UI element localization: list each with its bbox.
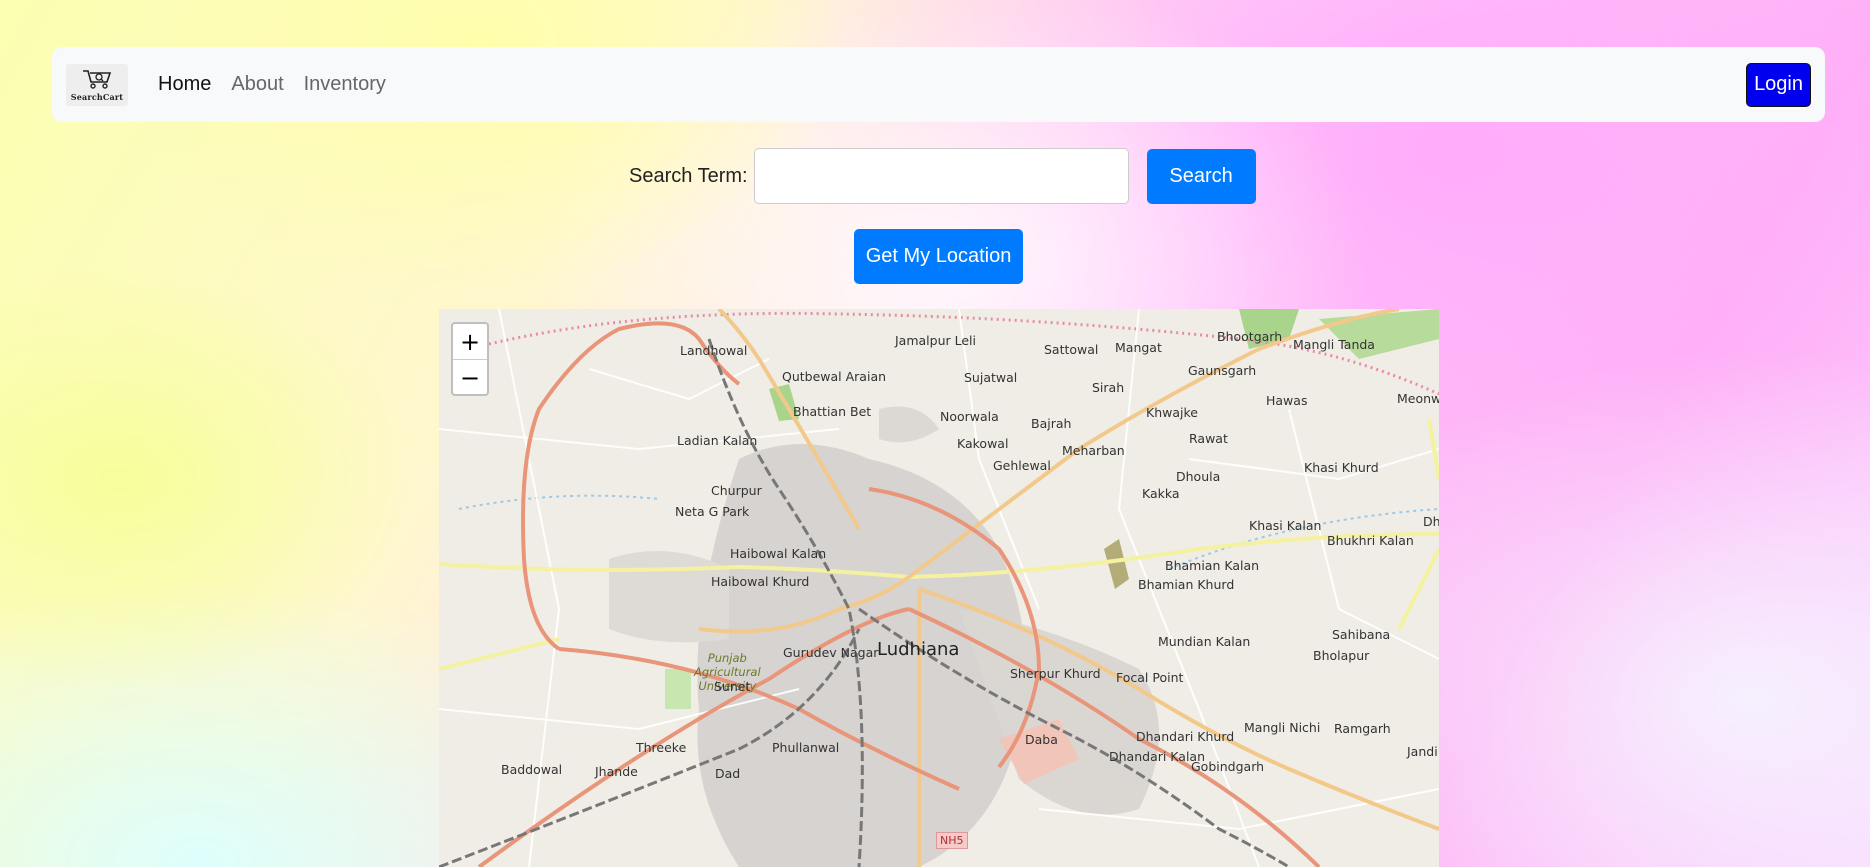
map-place-label: Bajrah bbox=[1031, 416, 1072, 431]
map-label-city: Ludhiana bbox=[877, 639, 960, 660]
map-place-label: Meharban bbox=[1062, 443, 1125, 458]
map-place-label: Threeke bbox=[636, 740, 687, 755]
map-place-label: Noorwala bbox=[940, 409, 999, 424]
map-place-label: Focal Point bbox=[1116, 670, 1184, 685]
map-place-label: Bhootgarh bbox=[1217, 329, 1283, 344]
map-place-label: Dhandari Khurd bbox=[1136, 729, 1235, 744]
brand-logo[interactable]: SearchCart bbox=[66, 63, 128, 106]
map-place-label: Rawat bbox=[1189, 431, 1228, 446]
map-place-label: Bhattian Bet bbox=[793, 404, 872, 419]
search-input[interactable] bbox=[753, 148, 1129, 204]
login-button[interactable]: Login bbox=[1746, 62, 1811, 107]
nav-link-about[interactable]: About bbox=[231, 73, 283, 96]
map-place-label: Ramgarh bbox=[1334, 721, 1391, 736]
map-place-label: Dad bbox=[715, 766, 741, 781]
zoom-control: + − bbox=[451, 322, 489, 396]
map-place-label: Mundian Kalan bbox=[1158, 634, 1251, 649]
map-place-label: Haibowal Khurd bbox=[711, 574, 810, 589]
map-place-label: Daba bbox=[1025, 732, 1058, 747]
map-place-label: Sujatwal bbox=[964, 370, 1018, 385]
brand-logo-text: SearchCart bbox=[70, 92, 124, 102]
search-term-label: Search Term: bbox=[629, 164, 748, 187]
map-place-label: Bhamian Khurd bbox=[1138, 577, 1235, 592]
map-place-label: Haibowal Kalan bbox=[730, 546, 827, 561]
shopping-cart-icon bbox=[83, 70, 112, 89]
map-place-label: Churpur bbox=[711, 483, 762, 498]
map-place-label: Ladian Kalan bbox=[677, 433, 758, 448]
map-place-label: Neta G Park bbox=[675, 504, 750, 519]
map-place-label: Jamalpur Leli bbox=[895, 333, 977, 348]
map-place-label: Meonwal bbox=[1397, 391, 1439, 406]
map-place-label: Phullanwal bbox=[772, 740, 840, 755]
map-label-park-line: Punjab bbox=[707, 651, 747, 665]
map-place-label: Khasi Khurd bbox=[1304, 460, 1379, 475]
map-place-label: Qutbewal Araian bbox=[782, 369, 887, 384]
map-place-label: Landhowal bbox=[680, 343, 748, 358]
map-place-label: Dhoula bbox=[1176, 469, 1221, 484]
map-place-label: Sherpur Khurd bbox=[1010, 666, 1101, 681]
map-place-label: Khwajke bbox=[1146, 405, 1198, 420]
map-place-label: Mangat bbox=[1115, 340, 1162, 355]
map-place-label: Dh bbox=[1423, 514, 1439, 529]
map-place-label: Sattowal bbox=[1044, 342, 1099, 357]
map-place-label: Khasi Kalan bbox=[1249, 518, 1322, 533]
map-place-label: Bhamian Kalan bbox=[1165, 558, 1260, 573]
map-place-label: Jandi bbox=[1407, 744, 1438, 759]
map-place-label: Gehlewal bbox=[993, 458, 1051, 473]
zoom-out-button[interactable]: − bbox=[453, 360, 487, 395]
map-place-label: Bholapur bbox=[1313, 648, 1370, 663]
map-view[interactable]: + − Ludhiana Punjab Agricultural Univers… bbox=[439, 309, 1439, 867]
top-navbar: SearchCart Home About Inventory Login bbox=[52, 47, 1825, 122]
highway-shield-nh5: NH5 bbox=[936, 832, 968, 849]
nav-links: Home About Inventory bbox=[158, 73, 406, 96]
map-place-label: Mangli Nichi bbox=[1244, 720, 1321, 735]
nav-link-inventory[interactable]: Inventory bbox=[304, 73, 386, 96]
map-place-label: Bhukhri Kalan bbox=[1327, 533, 1414, 548]
search-form: Search Term: Search bbox=[629, 148, 1256, 204]
nav-link-home[interactable]: Home bbox=[158, 73, 211, 96]
map-label-park-line: Agricultural bbox=[694, 665, 761, 679]
map-place-label: Kakowal bbox=[957, 436, 1009, 451]
search-button[interactable]: Search bbox=[1146, 148, 1256, 204]
map-place-label: Gaunsgarh bbox=[1188, 363, 1257, 378]
map-place-label: Hawas bbox=[1266, 393, 1308, 408]
map-place-label: Baddowal bbox=[501, 762, 563, 777]
map-place-label: Gobindgarh bbox=[1191, 759, 1265, 774]
map-place-label: Sahibana bbox=[1332, 627, 1391, 642]
map-place-label: Sirah bbox=[1092, 380, 1125, 395]
map-place-label: Mangli Tanda bbox=[1293, 337, 1375, 352]
map-place-label: Jhande bbox=[595, 764, 638, 779]
map-place-label: Sunet bbox=[714, 679, 751, 694]
get-my-location-button[interactable]: Get My Location bbox=[854, 229, 1023, 284]
map-place-label: Gurudev Nagar bbox=[783, 645, 879, 660]
zoom-in-button[interactable]: + bbox=[453, 324, 487, 360]
map-place-label: Kakka bbox=[1142, 486, 1180, 501]
